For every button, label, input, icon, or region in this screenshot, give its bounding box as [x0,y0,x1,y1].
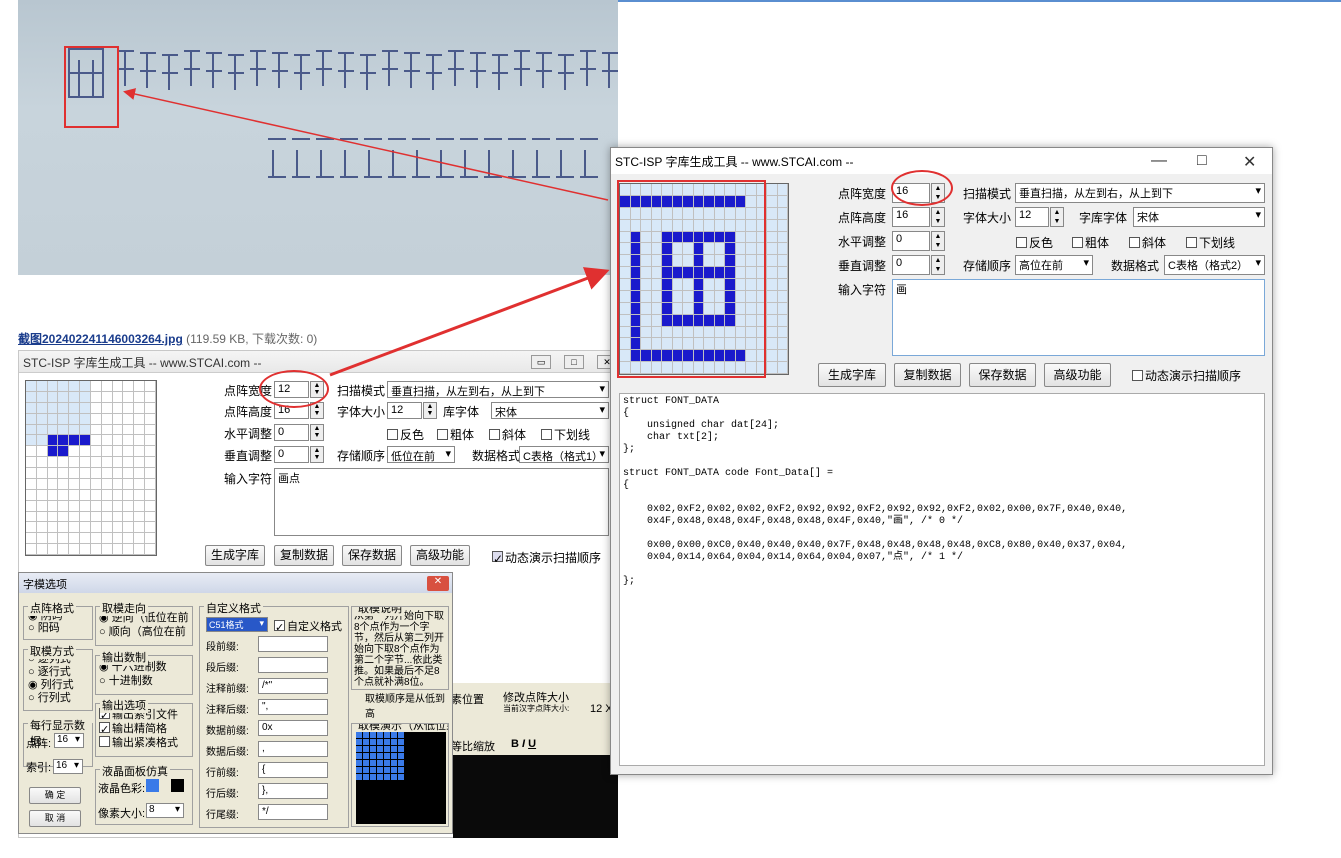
arrow-to-photo [123,88,609,201]
arrow-to-new-grid [329,267,610,377]
arrow-overlay [123,88,610,377]
